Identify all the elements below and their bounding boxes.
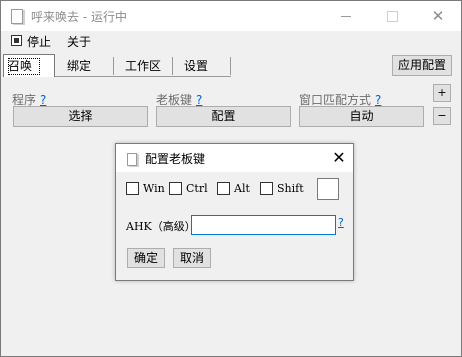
tab-summon-label: 召唤 <box>8 59 33 73</box>
menu-bar: 停止 关于 <box>1 31 461 51</box>
checkbox-box[interactable] <box>169 182 182 195</box>
tab-separator <box>172 57 173 75</box>
tab-workspace[interactable]: 工作区 <box>119 55 167 77</box>
shift-checkbox[interactable]: Shift <box>260 182 304 195</box>
stop-icon <box>11 35 22 46</box>
add-button[interactable]: + <box>433 84 451 102</box>
title-bar: 呼来唤去 - 运行中 ✕ <box>1 1 461 31</box>
ctrl-checkbox[interactable]: Ctrl <box>169 182 208 195</box>
shift-label: Shift <box>277 182 304 195</box>
tab-baseline <box>55 76 231 77</box>
configure-boss-key-dialog: 配置老板键 ✕ Win Ctrl Alt Shift AHK（高级） ? 确定 … <box>115 143 354 281</box>
ahk-input[interactable] <box>191 215 336 235</box>
boss-key-help-link[interactable]: ? <box>196 93 202 107</box>
cancel-button[interactable]: 取消 <box>173 248 211 268</box>
close-icon: ✕ <box>431 7 445 25</box>
alt-checkbox[interactable]: Alt <box>217 182 250 195</box>
window-match-help-link[interactable]: ? <box>375 93 381 107</box>
tab-separator <box>113 57 114 75</box>
menu-about[interactable]: 关于 <box>67 33 91 50</box>
alt-label: Alt <box>234 182 250 195</box>
checkbox-box[interactable] <box>217 182 230 195</box>
tab-bind[interactable]: 绑定 <box>61 55 97 77</box>
window-title: 呼来唤去 - 运行中 <box>31 10 127 24</box>
menu-stop[interactable]: 停止 <box>27 33 51 50</box>
checkbox-box[interactable] <box>126 182 139 195</box>
apply-config-button[interactable]: 应用配置 <box>392 55 452 76</box>
minimize-button[interactable] <box>323 1 369 31</box>
minimize-icon <box>341 15 351 17</box>
app-icon <box>11 9 23 24</box>
key-capture-box[interactable] <box>317 178 339 200</box>
dialog-close-icon[interactable]: ✕ <box>329 147 349 169</box>
select-program-button[interactable]: 选择 <box>13 106 148 127</box>
ok-button[interactable]: 确定 <box>127 248 165 268</box>
tab-separator <box>230 57 231 75</box>
main-window: 呼来唤去 - 运行中 ✕ 停止 关于 召唤 绑定 工作区 设置 应用配置 程序?… <box>0 0 462 357</box>
window-match-button[interactable]: 自动 <box>299 106 424 127</box>
win-checkbox[interactable]: Win <box>126 182 165 195</box>
close-button[interactable]: ✕ <box>415 1 461 31</box>
maximize-icon <box>386 10 398 22</box>
ahk-label: AHK（高级） <box>126 220 196 233</box>
dialog-title-bar: 配置老板键 ✕ <box>116 144 353 172</box>
program-help-link[interactable]: ? <box>40 93 46 107</box>
dialog-title: 配置老板键 <box>145 152 206 166</box>
remove-button[interactable]: − <box>433 107 451 125</box>
dialog-icon <box>127 153 137 166</box>
configure-boss-key-button[interactable]: 配置 <box>156 106 291 127</box>
win-label: Win <box>143 182 165 195</box>
tab-settings[interactable]: 设置 <box>178 55 214 77</box>
ahk-help-link[interactable]: ? <box>338 216 344 229</box>
tab-summon[interactable]: 召唤 <box>3 54 55 77</box>
checkbox-box[interactable] <box>260 182 273 195</box>
maximize-button <box>369 1 415 31</box>
ctrl-label: Ctrl <box>186 182 208 195</box>
